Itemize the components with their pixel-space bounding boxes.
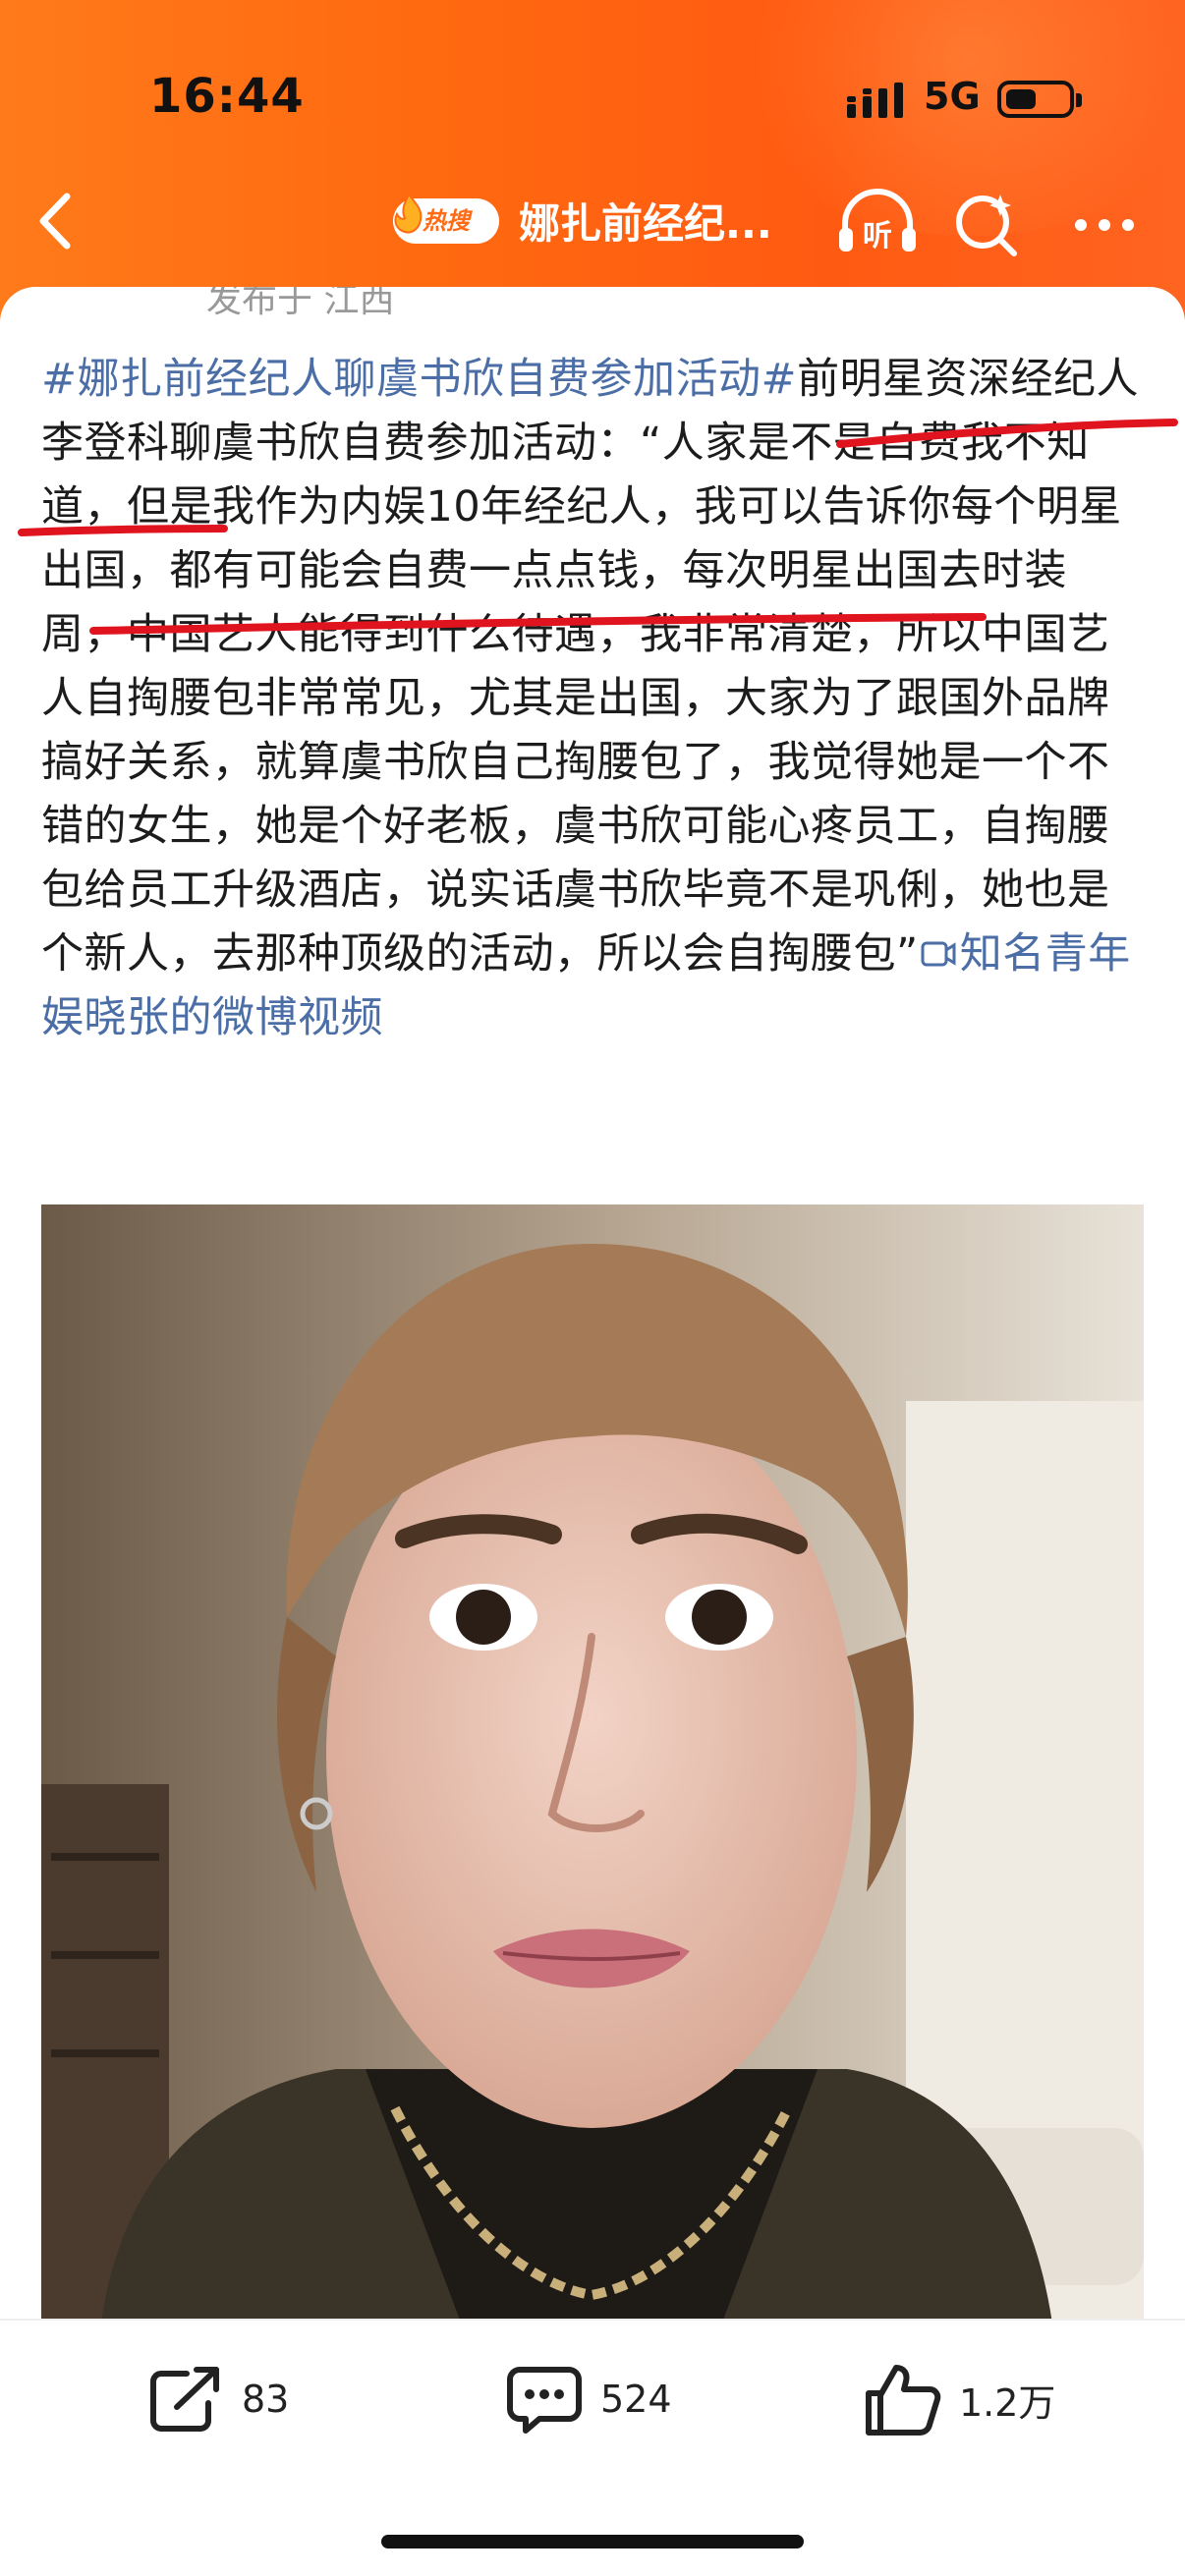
video-link-icon xyxy=(921,941,956,967)
header-background: 16:44 5G 热搜 娜扎前经纪... 听 xyxy=(0,0,1185,324)
battery-icon xyxy=(997,81,1082,118)
repost-icon xyxy=(150,2367,219,2432)
hot-badge-label: 热搜 xyxy=(423,207,470,235)
navigation-bar: 热搜 娜扎前经纪... 听 xyxy=(0,177,1185,265)
listen-icon[interactable]: 听 xyxy=(835,187,920,257)
listen-label: 听 xyxy=(863,219,892,253)
repost-count: 83 xyxy=(242,2378,290,2421)
home-indicator[interactable] xyxy=(381,2535,804,2548)
comment-button[interactable]: 524 xyxy=(506,2360,672,2438)
back-icon[interactable] xyxy=(29,187,88,255)
action-bar: 83 524 1.2万 xyxy=(0,2319,1185,2478)
status-time: 16:44 xyxy=(149,69,305,124)
post-meta: 发布于 江西 xyxy=(206,287,395,320)
video-thumbnail[interactable] xyxy=(41,1204,1144,2330)
post-text: #娜扎前经纪人聊虞书欣自费参加活动#前明星资深经纪人李登科聊虞书欣自费参加活动：… xyxy=(41,348,1147,1050)
repost-button[interactable]: 83 xyxy=(147,2360,289,2438)
more-icon[interactable] xyxy=(1075,216,1146,232)
post-body: 前明星资深经纪人李登科聊虞书欣自费参加活动：“人家是不是自费我不知道，但是我作为… xyxy=(41,355,1140,979)
search-icon[interactable] xyxy=(951,189,1022,259)
network-label: 5G xyxy=(924,75,981,118)
flame-icon xyxy=(394,193,423,234)
like-icon xyxy=(866,2365,941,2436)
signal-icon xyxy=(847,83,903,118)
like-button[interactable]: 1.2万 xyxy=(865,2360,1055,2438)
hot-search-badge[interactable]: 热搜 xyxy=(393,193,499,244)
status-bar: 16:44 5G xyxy=(0,69,1185,128)
comment-icon xyxy=(507,2367,582,2434)
hashtag-link[interactable]: #娜扎前经纪人聊虞书欣自费参加活动# xyxy=(41,355,797,404)
post-card: 发布于 江西 #娜扎前经纪人聊虞书欣自费参加活动#前明星资深经纪人李登科聊虞书欣… xyxy=(0,287,1185,2330)
like-count: 1.2万 xyxy=(959,2380,1056,2425)
comment-count: 524 xyxy=(600,2378,672,2421)
page-title: 娜扎前经纪... xyxy=(519,199,772,248)
